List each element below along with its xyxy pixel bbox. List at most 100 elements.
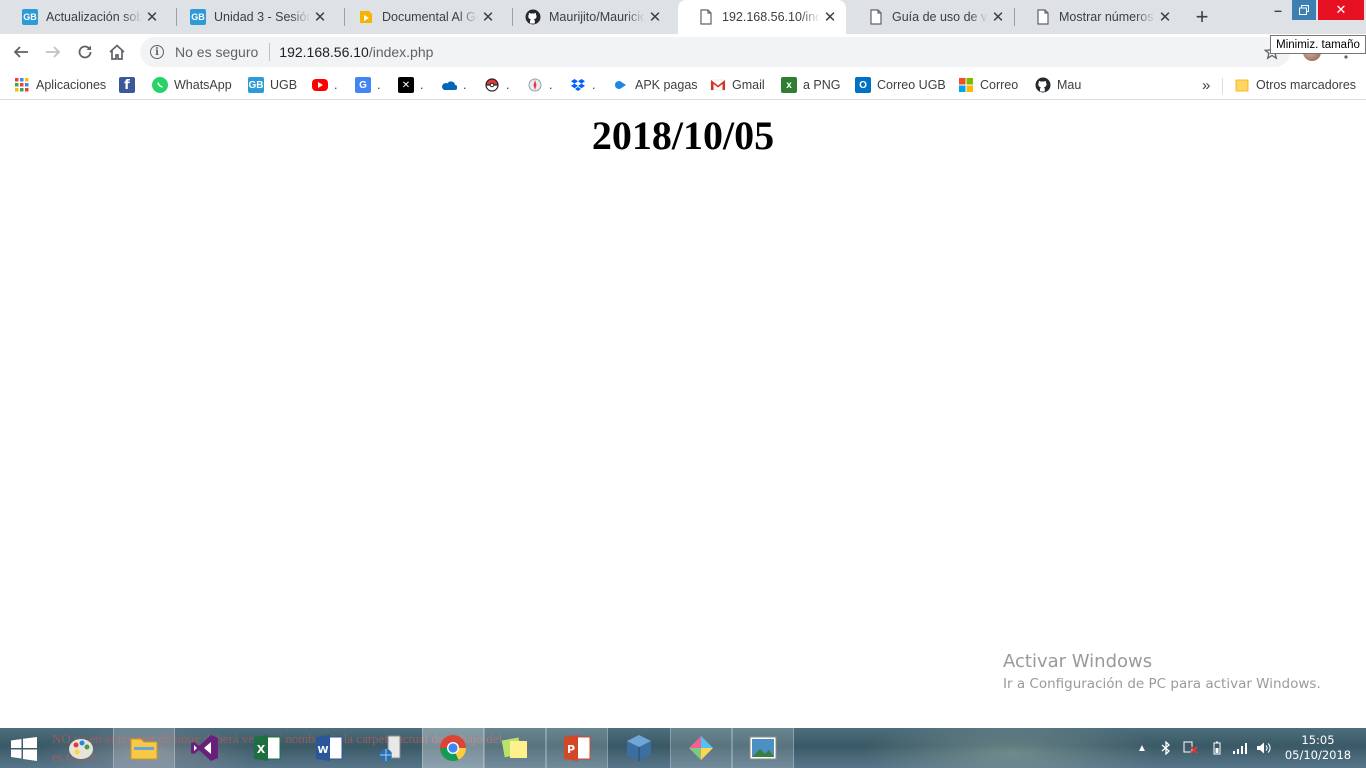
tab-title: 192.168.56.10/index.php: [722, 10, 820, 24]
other-bookmarks-folder[interactable]: Otros marcadores: [1234, 75, 1356, 95]
close-tab-icon[interactable]: ✕: [142, 7, 162, 27]
bookmark-aplicaciones[interactable]: Aplicaciones: [14, 75, 106, 95]
file-explorer-app[interactable]: [113, 728, 175, 768]
windows-logo-icon: [11, 737, 37, 761]
back-button[interactable]: [7, 38, 35, 66]
folder-icon: [1234, 77, 1250, 93]
bluetooth-icon[interactable]: [1157, 728, 1175, 768]
close-tab-icon[interactable]: ✕: [820, 7, 840, 27]
dropbox-icon: [570, 77, 586, 93]
excel-app[interactable]: X: [236, 728, 298, 768]
url-host: 192.168.56.10: [279, 44, 369, 60]
tab-index-php[interactable]: 192.168.56.10/index.php ✕: [678, 0, 846, 34]
bookmark-x[interactable]: ✕ .: [398, 75, 423, 95]
gem-app[interactable]: [670, 728, 732, 768]
bookmark-label: UGB: [270, 78, 298, 92]
bookmark-gmail[interactable]: Gmail: [710, 75, 765, 95]
sticky-notes-app[interactable]: [484, 728, 546, 768]
action-center-icon[interactable]: [1181, 728, 1201, 768]
forward-button[interactable]: [39, 38, 67, 66]
x-icon: ✕: [398, 77, 414, 93]
reload-button[interactable]: [71, 38, 99, 66]
tab-title: Unidad 3 - Sesión 1: [214, 10, 310, 24]
bookmark-apk-pagas[interactable]: APK pagas: [613, 75, 698, 95]
word-icon: W: [316, 735, 343, 761]
network-signal-icon[interactable]: [1230, 728, 1250, 768]
ugb-icon: GB: [248, 77, 264, 93]
bookmark-translate[interactable]: G .: [355, 75, 380, 95]
folder-icon: [130, 738, 158, 760]
bookmark-label: .: [549, 78, 553, 92]
bookmark-correo[interactable]: Correo: [958, 75, 1018, 95]
apk-icon: [613, 77, 629, 93]
bookmark-compass[interactable]: .: [527, 75, 552, 95]
bookmark-label: .: [463, 78, 467, 92]
onedrive-icon: [441, 77, 457, 93]
browser-toolbar: i No es seguro 192.168.56.10 /index.php: [0, 34, 1366, 70]
virtualbox-app[interactable]: [608, 728, 670, 768]
home-button[interactable]: [103, 38, 131, 66]
apps-grid-icon: [14, 77, 30, 93]
activate-windows-watermark: Activar Windows Ir a Configuración de PC…: [1003, 651, 1321, 692]
network-computer-icon: [380, 735, 401, 761]
battery-icon[interactable]: [1208, 728, 1226, 768]
close-tab-icon[interactable]: ✕: [310, 7, 330, 27]
show-hidden-icons-button[interactable]: ▲: [1134, 728, 1150, 768]
bookmark-correo-ugb[interactable]: O Correo UGB: [855, 75, 946, 95]
tab-github-maurijito[interactable]: Maurijito/Mauricio- ✕: [505, 0, 671, 34]
bookmark-pokeball[interactable]: .: [484, 75, 509, 95]
word-app[interactable]: W: [298, 728, 360, 768]
powerpoint-app[interactable]: P: [546, 728, 608, 768]
translate-icon: G: [355, 77, 371, 93]
bookmark-youtube[interactable]: .: [312, 75, 337, 95]
tab-mostrar-numeros[interactable]: Mostrar números de ✕: [1015, 0, 1181, 34]
bookmark-label: a PNG: [803, 78, 841, 92]
tab-title: Documental Al Gore: [382, 10, 478, 24]
visual-studio-app[interactable]: [174, 728, 236, 768]
restore-button[interactable]: [1292, 0, 1316, 20]
network-app[interactable]: [360, 728, 422, 768]
system-clock[interactable]: 15:05 05/10/2018: [1280, 733, 1356, 763]
bookmark-facebook[interactable]: f: [119, 75, 141, 95]
page-content: 2018/10/05 Activar Windows Ir a Configur…: [0, 101, 1366, 728]
info-icon[interactable]: i: [150, 45, 164, 59]
compass-icon: [527, 77, 543, 93]
close-tab-icon[interactable]: ✕: [478, 7, 498, 27]
url-path: /index.php: [368, 44, 434, 60]
new-tab-button[interactable]: +: [1190, 4, 1214, 29]
tab-actualizacion[interactable]: GB Actualización sobre ✕: [2, 0, 168, 34]
convert-icon: x: [781, 77, 797, 93]
restore-icon: [1299, 5, 1309, 15]
page-icon: [1035, 9, 1051, 25]
close-window-button[interactable]: ✕: [1318, 0, 1364, 20]
tooltip: Minimiz. tamaño: [1270, 35, 1366, 54]
address-bar[interactable]: i No es seguro 192.168.56.10 /index.php: [140, 37, 1290, 67]
volume-icon[interactable]: [1254, 728, 1274, 768]
bookmark-a-png[interactable]: x a PNG: [781, 75, 841, 95]
tab-guia-vi[interactable]: Guía de uso de vi o ✕: [848, 0, 1014, 34]
minimize-button[interactable]: –: [1264, 0, 1292, 20]
bookmark-ugb[interactable]: GB UGB: [248, 75, 297, 95]
tab-documental[interactable]: Documental Al Gore ✕: [338, 0, 504, 34]
close-tab-icon[interactable]: ✕: [988, 7, 1008, 27]
bookmark-dropbox[interactable]: .: [570, 75, 595, 95]
bookmark-label: .: [377, 78, 381, 92]
bookmark-onedrive[interactable]: .: [441, 75, 466, 95]
tab-title: Maurijito/Mauricio-: [549, 10, 645, 24]
close-tab-icon[interactable]: ✕: [1155, 7, 1175, 27]
visual-studio-icon: [191, 735, 218, 761]
close-tab-icon[interactable]: ✕: [645, 7, 665, 27]
tab-title: Actualización sobre: [46, 10, 142, 24]
photos-app[interactable]: [732, 728, 794, 768]
tab-title: Guía de uso de vi o: [892, 10, 988, 24]
bookmarks-overflow-button[interactable]: »: [1202, 75, 1210, 95]
start-button[interactable]: [10, 737, 38, 761]
bookmark-whatsapp[interactable]: WhatsApp: [152, 75, 232, 95]
paint-app[interactable]: [50, 728, 112, 768]
tab-unidad-3[interactable]: GB Unidad 3 - Sesión 1 ✕: [170, 0, 336, 34]
forward-arrow-icon: [46, 46, 61, 58]
bookmark-mau[interactable]: Mau: [1035, 75, 1081, 95]
home-icon: [109, 44, 125, 60]
chrome-app[interactable]: [422, 728, 484, 768]
virtualbox-icon: [627, 735, 651, 761]
